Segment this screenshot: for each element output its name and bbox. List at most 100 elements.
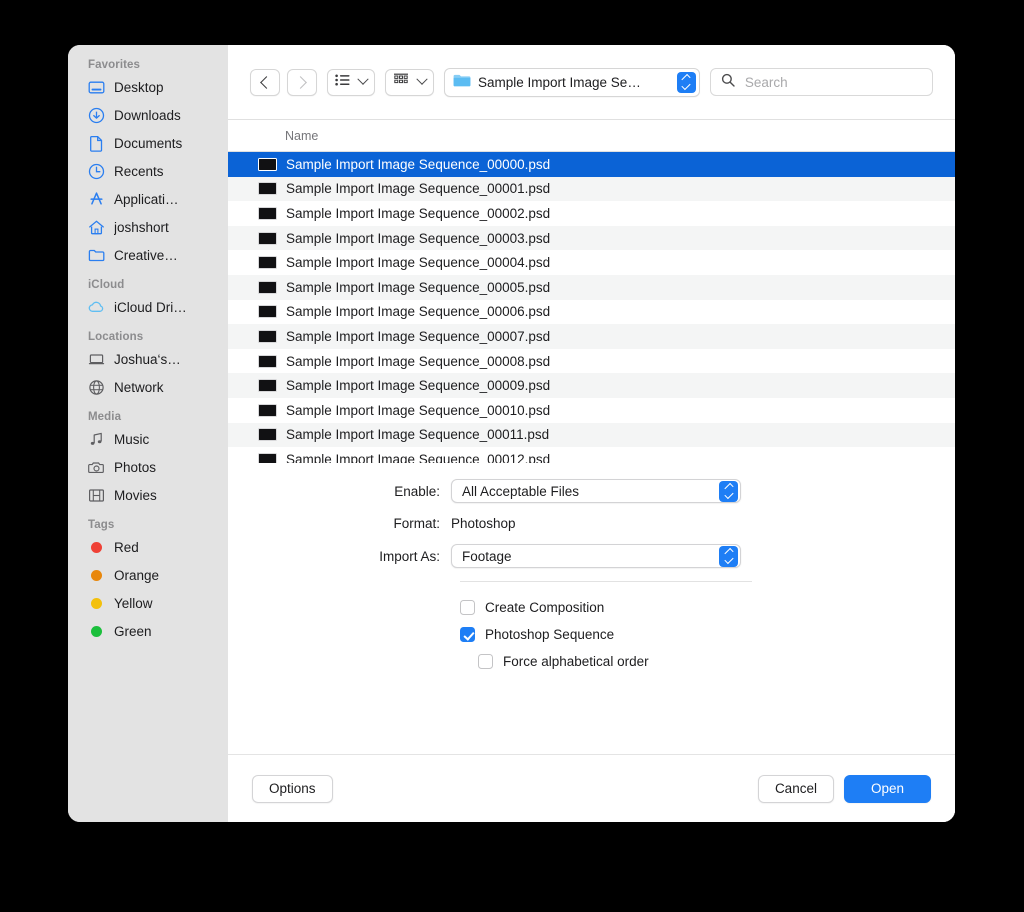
sidebar-item-music[interactable]: Music (68, 425, 228, 453)
list-column-header: Name (228, 119, 955, 152)
import-as-value: Footage (462, 548, 512, 564)
file-row[interactable]: Sample Import Image Sequence_00007.psd (228, 324, 955, 349)
import-as-label: Import As: (379, 548, 440, 564)
psd-thumbnail-icon (258, 182, 277, 196)
sidebar-item-network[interactable]: Network (68, 373, 228, 401)
file-row[interactable]: Sample Import Image Sequence_00008.psd (228, 349, 955, 374)
file-name: Sample Import Image Sequence_00011.psd (286, 427, 550, 443)
file-name: Sample Import Image Sequence_00009.psd (286, 378, 551, 394)
camera-icon (88, 459, 105, 476)
file-row[interactable]: Sample Import Image Sequence_00005.psd (228, 274, 955, 300)
back-button[interactable] (250, 68, 280, 96)
sidebar-group-title: Locations (88, 331, 144, 343)
file-row[interactable]: Sample Import Image Sequence_00002.psd (228, 201, 955, 226)
sidebar-item-label: Creative… (114, 247, 178, 263)
checkbox-row-force-alphabetical-order[interactable]: Force alphabetical order (478, 648, 955, 675)
file-row[interactable]: Sample Import Image Sequence_00010.psd (228, 398, 955, 423)
sidebar-group-title: Media (88, 411, 122, 423)
tag-dot-icon (88, 623, 105, 640)
sidebar-item-joshua-s[interactable]: Joshua‘s… (68, 345, 228, 373)
laptop-icon (88, 351, 105, 368)
search-input[interactable] (742, 73, 922, 91)
enable-value: All Acceptable Files (462, 483, 580, 499)
cancel-button[interactable]: Cancel (757, 774, 834, 803)
recents-clock-icon (88, 163, 105, 180)
file-open-dialog: Favorites Desktop Downloads Documents Recent… (68, 45, 955, 822)
sidebar-item-green[interactable]: Green (68, 617, 228, 645)
chevron-down-icon (357, 73, 369, 85)
checkbox-photoshop-sequence[interactable] (460, 627, 475, 642)
file-row[interactable]: Sample Import Image Sequence_00011.psd (228, 422, 955, 448)
chevron-down-icon (416, 73, 428, 85)
checkbox-label: Create Composition (485, 600, 605, 615)
sidebar-item-icloud-dri[interactable]: iCloud Dri… (68, 293, 228, 321)
sidebar-item-label: Documents (114, 135, 183, 151)
sidebar-item-joshshort[interactable]: joshshort (68, 213, 228, 241)
list-view-icon (335, 73, 350, 91)
group-by-button[interactable] (385, 68, 434, 96)
tag-dot-icon (88, 595, 105, 612)
film-icon (88, 487, 105, 504)
psd-thumbnail-icon (258, 452, 277, 463)
file-row[interactable]: Sample Import Image Sequence_00001.psd (228, 176, 955, 202)
globe-icon (88, 379, 105, 396)
file-name: Sample Import Image Sequence_00010.psd (286, 402, 551, 418)
checkbox-force-alphabetical-order[interactable] (478, 654, 493, 669)
file-row[interactable]: Sample Import Image Sequence_00006.psd (228, 300, 955, 325)
format-value: Photoshop (451, 516, 516, 531)
import-as-row: Import As: Footage (228, 544, 955, 568)
toolbar: Sample Import Image Se… (228, 45, 955, 119)
music-note-icon (88, 431, 105, 448)
sidebar-item-label: Photos (114, 459, 157, 475)
import-options-panel: Enable: All Acceptable Files Format: Pho… (228, 463, 955, 754)
sidebar-item-recents[interactable]: Recents (68, 157, 228, 185)
documents-icon (88, 135, 105, 152)
column-header-name[interactable]: Name (228, 129, 318, 143)
psd-thumbnail-icon (258, 256, 277, 270)
file-name: Sample Import Image Sequence_00007.psd (286, 328, 551, 344)
sidebar-item-label: joshshort (114, 219, 169, 235)
forward-button[interactable] (287, 68, 317, 96)
sidebar-item-red[interactable]: Red (68, 533, 228, 561)
navigation-buttons (250, 68, 317, 96)
psd-thumbnail-icon (258, 231, 277, 245)
folder-icon (88, 247, 105, 264)
path-label: Sample Import Image Se… (478, 74, 641, 90)
open-button[interactable]: Open (843, 774, 931, 803)
sidebar-item-creative[interactable]: Creative… (68, 241, 228, 269)
checkbox-row-create-composition[interactable]: Create Composition (460, 594, 955, 621)
updown-stepper-icon[interactable] (719, 480, 738, 502)
updown-stepper-icon[interactable] (676, 71, 696, 93)
sidebar-item-documents[interactable]: Documents (68, 129, 228, 157)
sidebar-item-yellow[interactable]: Yellow (68, 589, 228, 617)
psd-thumbnail-icon (258, 354, 277, 368)
sidebar-group-title: iCloud (88, 279, 125, 291)
file-row[interactable]: Sample Import Image Sequence_00003.psd (228, 225, 955, 251)
sidebar-item-orange[interactable]: Orange (68, 561, 228, 589)
file-row[interactable]: Sample Import Image Sequence_00009.psd (228, 373, 955, 398)
sidebar-item-downloads[interactable]: Downloads (68, 101, 228, 129)
sidebar-item-photos[interactable]: Photos (68, 453, 228, 481)
view-mode-button[interactable] (327, 68, 375, 96)
updown-stepper-icon[interactable] (719, 545, 738, 567)
sidebar-item-label: Red (114, 539, 139, 555)
sidebar-item-movies[interactable]: Movies (68, 481, 228, 509)
file-row[interactable]: Sample Import Image Sequence_00012.psd (228, 447, 955, 463)
file-name: Sample Import Image Sequence_00012.psd (286, 451, 551, 463)
psd-thumbnail-icon (258, 379, 277, 393)
search-field[interactable] (709, 68, 933, 96)
checkbox-label: Force alphabetical order (503, 654, 649, 669)
file-name: Sample Import Image Sequence_00000.psd (286, 156, 551, 172)
options-button[interactable]: Options (252, 774, 333, 803)
enable-popup-button[interactable]: All Acceptable Files (451, 479, 741, 503)
import-as-popup-button[interactable]: Footage (451, 544, 741, 568)
checkbox-create-composition[interactable] (460, 600, 475, 615)
file-row[interactable]: Sample Import Image Sequence_00004.psd (228, 250, 955, 275)
path-popup-button[interactable]: Sample Import Image Se… (444, 67, 700, 97)
sidebar-item-desktop[interactable]: Desktop (68, 73, 228, 101)
file-list[interactable]: Sample Import Image Sequence_00000.psd Sa… (228, 152, 955, 463)
enable-row: Enable: All Acceptable Files (228, 479, 955, 503)
file-row[interactable]: Sample Import Image Sequence_00000.psd (228, 152, 955, 177)
sidebar-item-applicati[interactable]: Applicati… (68, 185, 228, 213)
checkbox-row-photoshop-sequence[interactable]: Photoshop Sequence (460, 621, 955, 648)
